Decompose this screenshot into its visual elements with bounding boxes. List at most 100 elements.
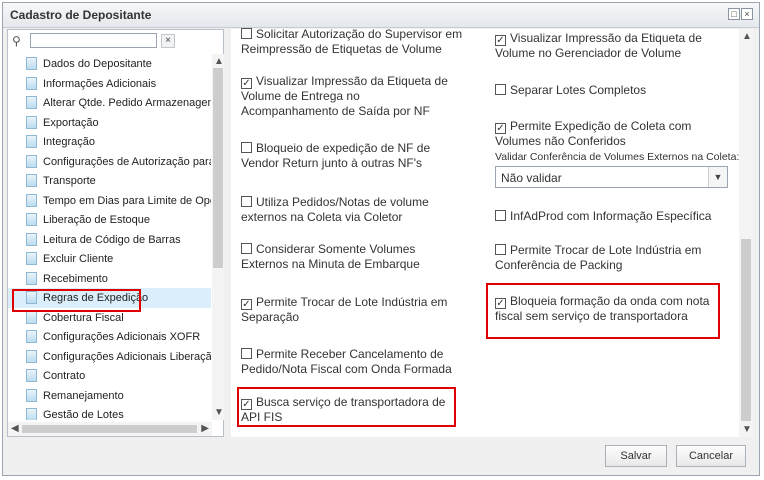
tree-item[interactable]: Configurações de Autorização para B — [8, 152, 211, 172]
tree-item[interactable]: Excluir Cliente — [8, 249, 211, 269]
option-label: externos na Coleta via Coletor — [241, 210, 403, 224]
maximize-button[interactable]: □ — [728, 8, 740, 20]
tree-item[interactable]: Integração — [8, 132, 211, 152]
tree-item-label: Configurações Adicionais Liberação N — [43, 350, 211, 363]
tree-item[interactable]: Gestão de Lotes — [8, 405, 211, 420]
option-checkbox-row[interactable]: Considerar Somente Volumes Externos na Mi… — [241, 242, 420, 272]
page-icon — [26, 57, 37, 70]
checkbox[interactable]: ✓ — [495, 35, 506, 46]
tree-item[interactable]: Leitura de Código de Barras — [8, 230, 211, 250]
checkbox[interactable] — [241, 243, 252, 254]
validation-select-value: Não validar — [501, 171, 562, 185]
option-label: Utiliza Pedidos/Notas de volume — [256, 195, 429, 209]
close-button[interactable]: × — [741, 8, 753, 20]
page-icon — [26, 252, 37, 265]
option-checkbox-row[interactable]: Permite Receber Cancelamento de Pedido/No… — [241, 347, 452, 377]
page-icon — [26, 213, 37, 226]
option-label: Visualizar Impressão da Etiqueta de — [510, 31, 702, 45]
option-checkbox-row[interactable]: ✓ Visualizar Impressão da Etiqueta de Volu… — [241, 74, 448, 119]
page-icon — [26, 115, 37, 129]
option-label: Acompanhamento de Saída por NF — [241, 104, 430, 118]
filter-input[interactable] — [30, 33, 157, 48]
option-label: Vendor Return junto à outras NF's — [241, 156, 423, 170]
scroll-thumb[interactable] — [213, 68, 223, 268]
tree-vertical-scrollbar[interactable]: ▲ ▼ — [212, 54, 224, 420]
option-checkbox-row[interactable]: Bloqueio de expedição de NF de Vendor Ret… — [241, 141, 430, 171]
tree-item[interactable]: Configurações Adicionais Liberação N — [8, 347, 211, 367]
dialog-window: Cadastro de Depositante □ × ⚲ × Dados do… — [2, 2, 760, 476]
checkbox[interactable] — [495, 210, 506, 221]
title-bar: Cadastro de Depositante □ × — [3, 3, 759, 28]
option-checkbox-row[interactable]: Solicitar Autorização do Supervisor em Re… — [241, 27, 462, 57]
filter-icon[interactable]: ⚲ — [12, 34, 21, 48]
tree-item[interactable]: Transporte — [8, 171, 211, 191]
scroll-down-icon[interactable]: ▼ — [214, 407, 224, 418]
tree-horizontal-scrollbar[interactable]: ◀ ▶ — [8, 422, 212, 436]
checkbox[interactable] — [495, 84, 506, 95]
scroll-thumb-horizontal[interactable] — [22, 425, 197, 433]
page-icon — [26, 135, 37, 148]
option-label: Reimpressão de Etiquetas de Volume — [241, 42, 442, 56]
tree-item-label: Configurações Adicionais XOFR — [43, 331, 201, 343]
validation-select[interactable]: Não validar ▼ — [495, 166, 728, 188]
tree-item[interactable]: Remanejamento — [8, 386, 211, 406]
clear-filter-button[interactable]: × — [161, 34, 175, 48]
checkbox[interactable]: ✓ — [241, 78, 252, 89]
save-button[interactable]: Salvar — [605, 445, 667, 467]
checkbox[interactable] — [241, 196, 252, 207]
tree-item-label: Remanejamento — [43, 389, 124, 402]
option-checkbox-row[interactable]: Utiliza Pedidos/Notas de volume externos … — [241, 195, 429, 225]
highlight-box-api-fis — [237, 387, 456, 427]
checkbox[interactable] — [241, 348, 252, 359]
dialog-footer: Salvar Cancelar — [3, 437, 759, 475]
tree-item[interactable]: Liberação de Estoque — [8, 210, 211, 230]
option-checkbox-row[interactable]: Separar Lotes Completos — [495, 83, 646, 98]
option-label: Bloqueio de expedição de NF de — [256, 141, 431, 155]
tree-item[interactable]: Dados do Depositante — [8, 54, 211, 74]
option-checkbox-row[interactable]: ✓ Visualizar Impressão da Etiqueta de Volu… — [495, 31, 702, 61]
option-checkbox-row[interactable]: ✓ Permite Expedição de Coleta com Volumes … — [495, 119, 691, 149]
tree-item[interactable]: Contrato — [8, 366, 211, 386]
page-icon — [26, 310, 37, 324]
option-label: Volume de Entrega no — [241, 89, 360, 103]
validation-label: Validar Conferência de Volumes Externos … — [495, 151, 740, 163]
tree-item-label: Excluir Cliente — [43, 253, 114, 265]
cancel-button[interactable]: Cancelar — [676, 445, 746, 467]
scroll-down-icon[interactable]: ▼ — [742, 424, 752, 435]
option-label: Permite Expedição de Coleta com — [510, 119, 692, 133]
tree-item[interactable]: Exportação — [8, 113, 211, 133]
page-icon — [26, 408, 37, 420]
tree-item[interactable]: Informações Adicionais — [8, 74, 211, 94]
tree-item[interactable]: Alterar Qtde. Pedido Armazenagem — [8, 93, 211, 113]
tree-item-label: Recebimento — [43, 272, 108, 285]
window-title: Cadastro de Depositante — [10, 8, 152, 22]
tree-item[interactable]: Tempo em Dias para Limite de Operaç — [8, 191, 211, 211]
option-label: Visualizar Impressão da Etiqueta de — [256, 74, 448, 88]
checkbox[interactable] — [241, 142, 252, 153]
scroll-up-icon[interactable]: ▲ — [742, 31, 752, 42]
tree-item[interactable]: Configurações Adicionais XOFR — [8, 327, 211, 347]
scroll-left-icon[interactable]: ◀ — [11, 423, 19, 434]
page-icon — [26, 154, 37, 168]
tree-item-label: Exportação — [43, 116, 99, 129]
option-label: Separar Lotes Completos — [510, 83, 647, 97]
page-icon — [26, 369, 37, 382]
checkbox[interactable]: ✓ — [241, 299, 252, 310]
tree-item[interactable]: Recebimento — [8, 269, 211, 289]
checkbox[interactable]: ✓ — [495, 123, 506, 134]
scroll-up-icon[interactable]: ▲ — [214, 56, 224, 67]
tree-item-label: Informações Adicionais — [43, 77, 157, 90]
options-vertical-scrollbar[interactable]: ▲ ▼ — [739, 29, 753, 437]
highlight-box-bloqueia-onda — [486, 283, 720, 339]
page-icon — [26, 388, 37, 402]
section-tree: Dados do Depositante Informações Adiciona… — [8, 54, 211, 420]
option-checkbox-row[interactable]: ✓ Permite Trocar de Lote Indústria em Sepa… — [241, 295, 447, 325]
checkbox[interactable] — [495, 244, 506, 255]
option-label: Externos na Minuta de Embarque — [241, 257, 420, 271]
scroll-right-icon[interactable]: ▶ — [201, 423, 209, 434]
option-checkbox-row[interactable]: InfAdProd com Informação Específica — [495, 209, 711, 224]
checkbox[interactable] — [241, 28, 252, 39]
option-checkbox-row[interactable]: Permite Trocar de Lote Indústria em Confe… — [495, 243, 701, 273]
scroll-thumb[interactable] — [741, 239, 751, 421]
chevron-down-icon[interactable]: ▼ — [708, 167, 727, 187]
